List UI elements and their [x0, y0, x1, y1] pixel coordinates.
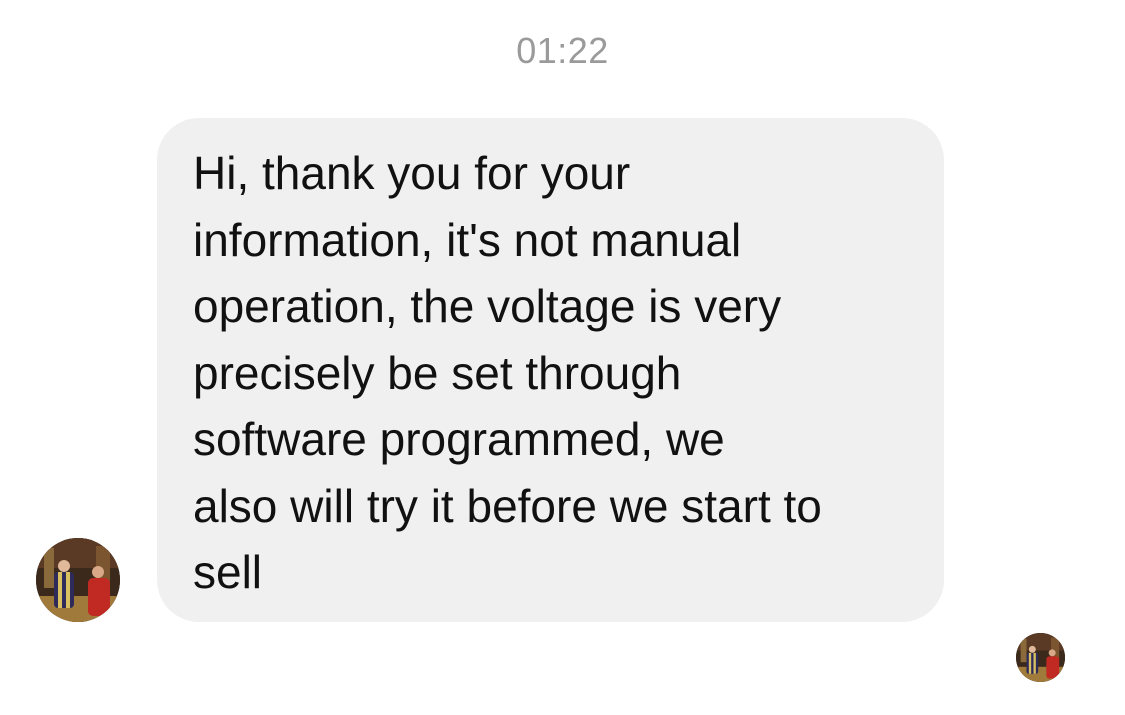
avatar-photo-icon — [36, 538, 120, 622]
message-bubble[interactable]: Hi, thank you for your information, it's… — [157, 118, 944, 622]
message-row: Hi, thank you for your information, it's… — [0, 118, 1125, 623]
read-receipt-avatar — [1016, 633, 1065, 682]
message-text: Hi, thank you for your information, it's… — [193, 147, 822, 598]
avatar-photo-icon — [1016, 633, 1065, 682]
sender-avatar[interactable] — [36, 538, 120, 622]
message-timestamp: 01:22 — [516, 30, 609, 71]
